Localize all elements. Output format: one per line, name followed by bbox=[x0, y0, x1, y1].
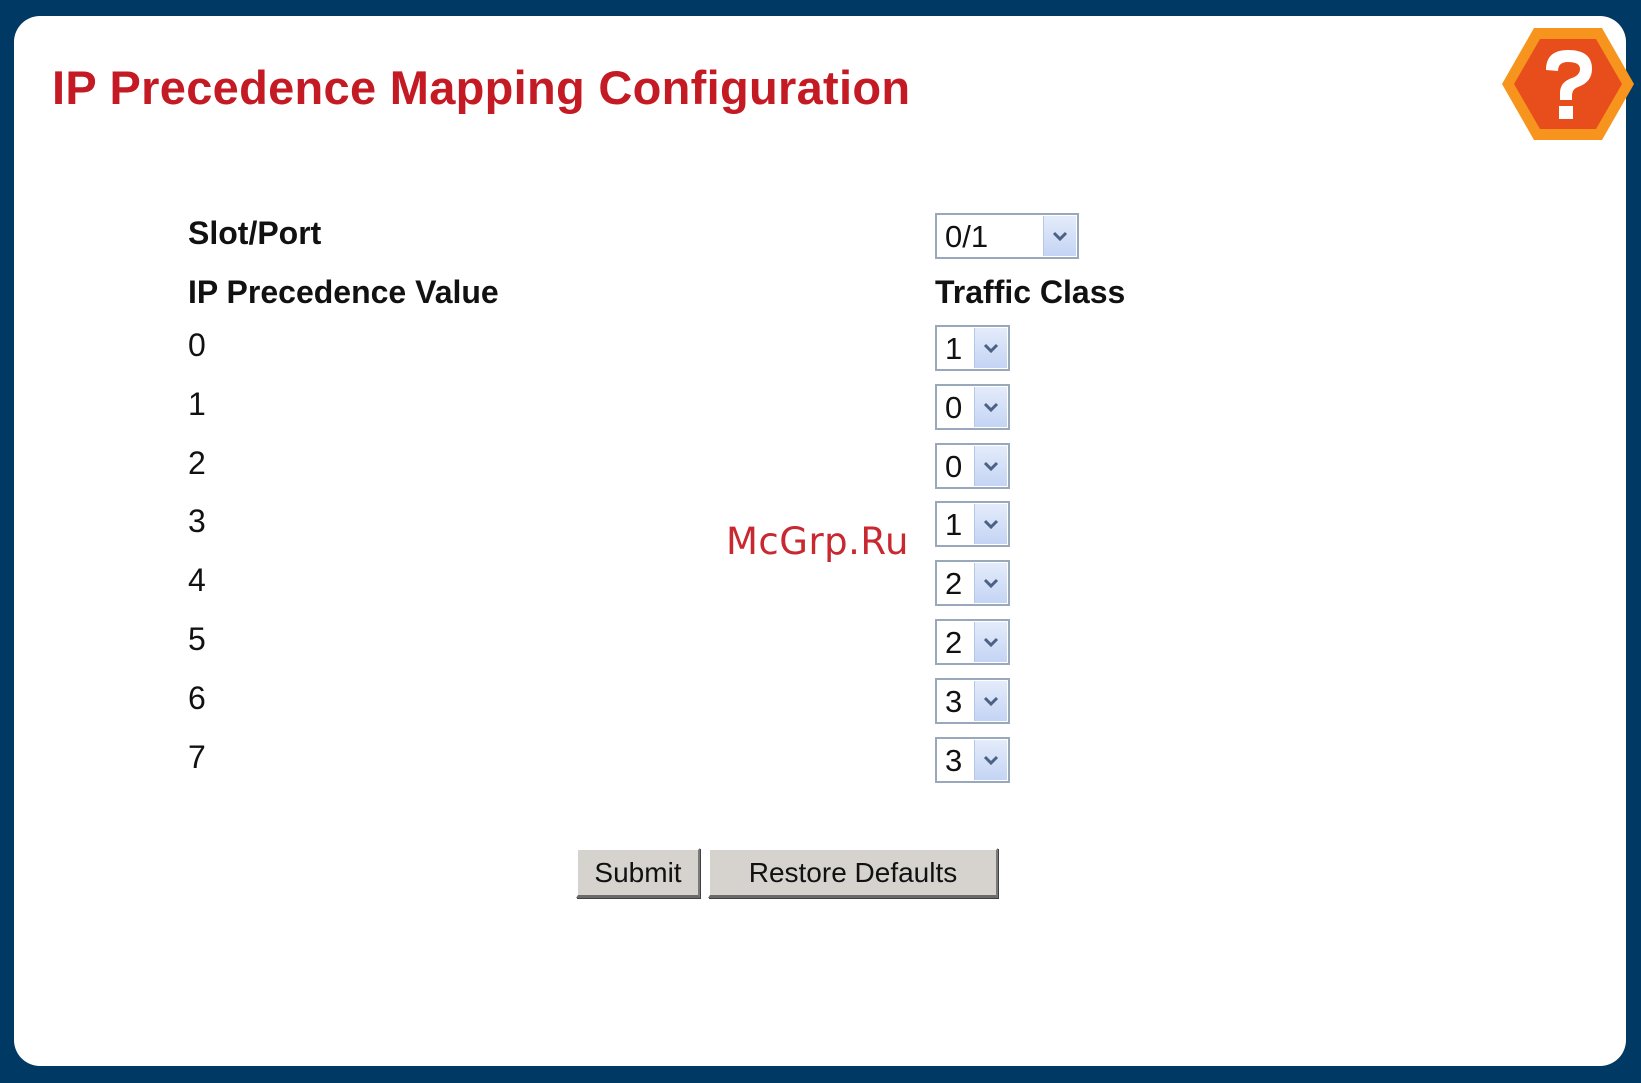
traffic-class-select-4[interactable]: 2 bbox=[935, 560, 1010, 606]
precedence-value-3: 3 bbox=[188, 503, 206, 539]
slot-port-select[interactable]: 0/1 bbox=[935, 213, 1079, 259]
chevron-down-icon[interactable] bbox=[974, 622, 1007, 662]
precedence-value-2: 2 bbox=[188, 445, 206, 481]
precedence-value-0: 0 bbox=[188, 327, 206, 363]
traffic-class-header: Traffic Class bbox=[935, 274, 1126, 310]
page-title: IP Precedence Mapping Configuration bbox=[52, 61, 911, 114]
traffic-class-value: 1 bbox=[945, 330, 963, 366]
traffic-class-value: 1 bbox=[945, 506, 963, 542]
precedence-value-6: 6 bbox=[188, 680, 206, 716]
submit-button[interactable]: Submit bbox=[576, 848, 700, 898]
traffic-class-select-7[interactable]: 3 bbox=[935, 737, 1010, 783]
traffic-class-value: 2 bbox=[945, 565, 963, 601]
chevron-down-icon[interactable] bbox=[974, 563, 1007, 603]
traffic-class-value: 2 bbox=[945, 624, 963, 660]
traffic-class-value: 3 bbox=[945, 683, 963, 719]
watermark-text: McGrp.Ru bbox=[726, 520, 909, 563]
traffic-class-select-1[interactable]: 0 bbox=[935, 384, 1010, 430]
restore-defaults-button[interactable]: Restore Defaults bbox=[708, 848, 998, 898]
chevron-down-icon[interactable] bbox=[974, 328, 1007, 368]
chevron-down-icon[interactable] bbox=[974, 446, 1007, 486]
traffic-class-select-2[interactable]: 0 bbox=[935, 443, 1010, 489]
help-question-icon[interactable] bbox=[1498, 22, 1638, 146]
traffic-class-value: 0 bbox=[945, 389, 963, 425]
traffic-class-value: 0 bbox=[945, 448, 963, 484]
slot-port-value: 0/1 bbox=[945, 218, 989, 254]
precedence-value-4: 4 bbox=[188, 562, 206, 598]
precedence-header: IP Precedence Value bbox=[188, 274, 499, 310]
slot-port-label: Slot/Port bbox=[188, 215, 322, 251]
traffic-class-select-6[interactable]: 3 bbox=[935, 678, 1010, 724]
chevron-down-icon[interactable] bbox=[1043, 216, 1076, 256]
chevron-down-icon[interactable] bbox=[974, 504, 1007, 544]
traffic-class-select-5[interactable]: 2 bbox=[935, 619, 1010, 665]
chevron-down-icon[interactable] bbox=[974, 387, 1007, 427]
traffic-class-value: 3 bbox=[945, 742, 963, 778]
precedence-value-7: 7 bbox=[188, 739, 206, 775]
precedence-value-5: 5 bbox=[188, 621, 206, 657]
traffic-class-select-3[interactable]: 1 bbox=[935, 501, 1010, 547]
precedence-value-1: 1 bbox=[188, 386, 206, 422]
traffic-class-select-0[interactable]: 1 bbox=[935, 325, 1010, 371]
chevron-down-icon[interactable] bbox=[974, 681, 1007, 721]
chevron-down-icon[interactable] bbox=[974, 740, 1007, 780]
